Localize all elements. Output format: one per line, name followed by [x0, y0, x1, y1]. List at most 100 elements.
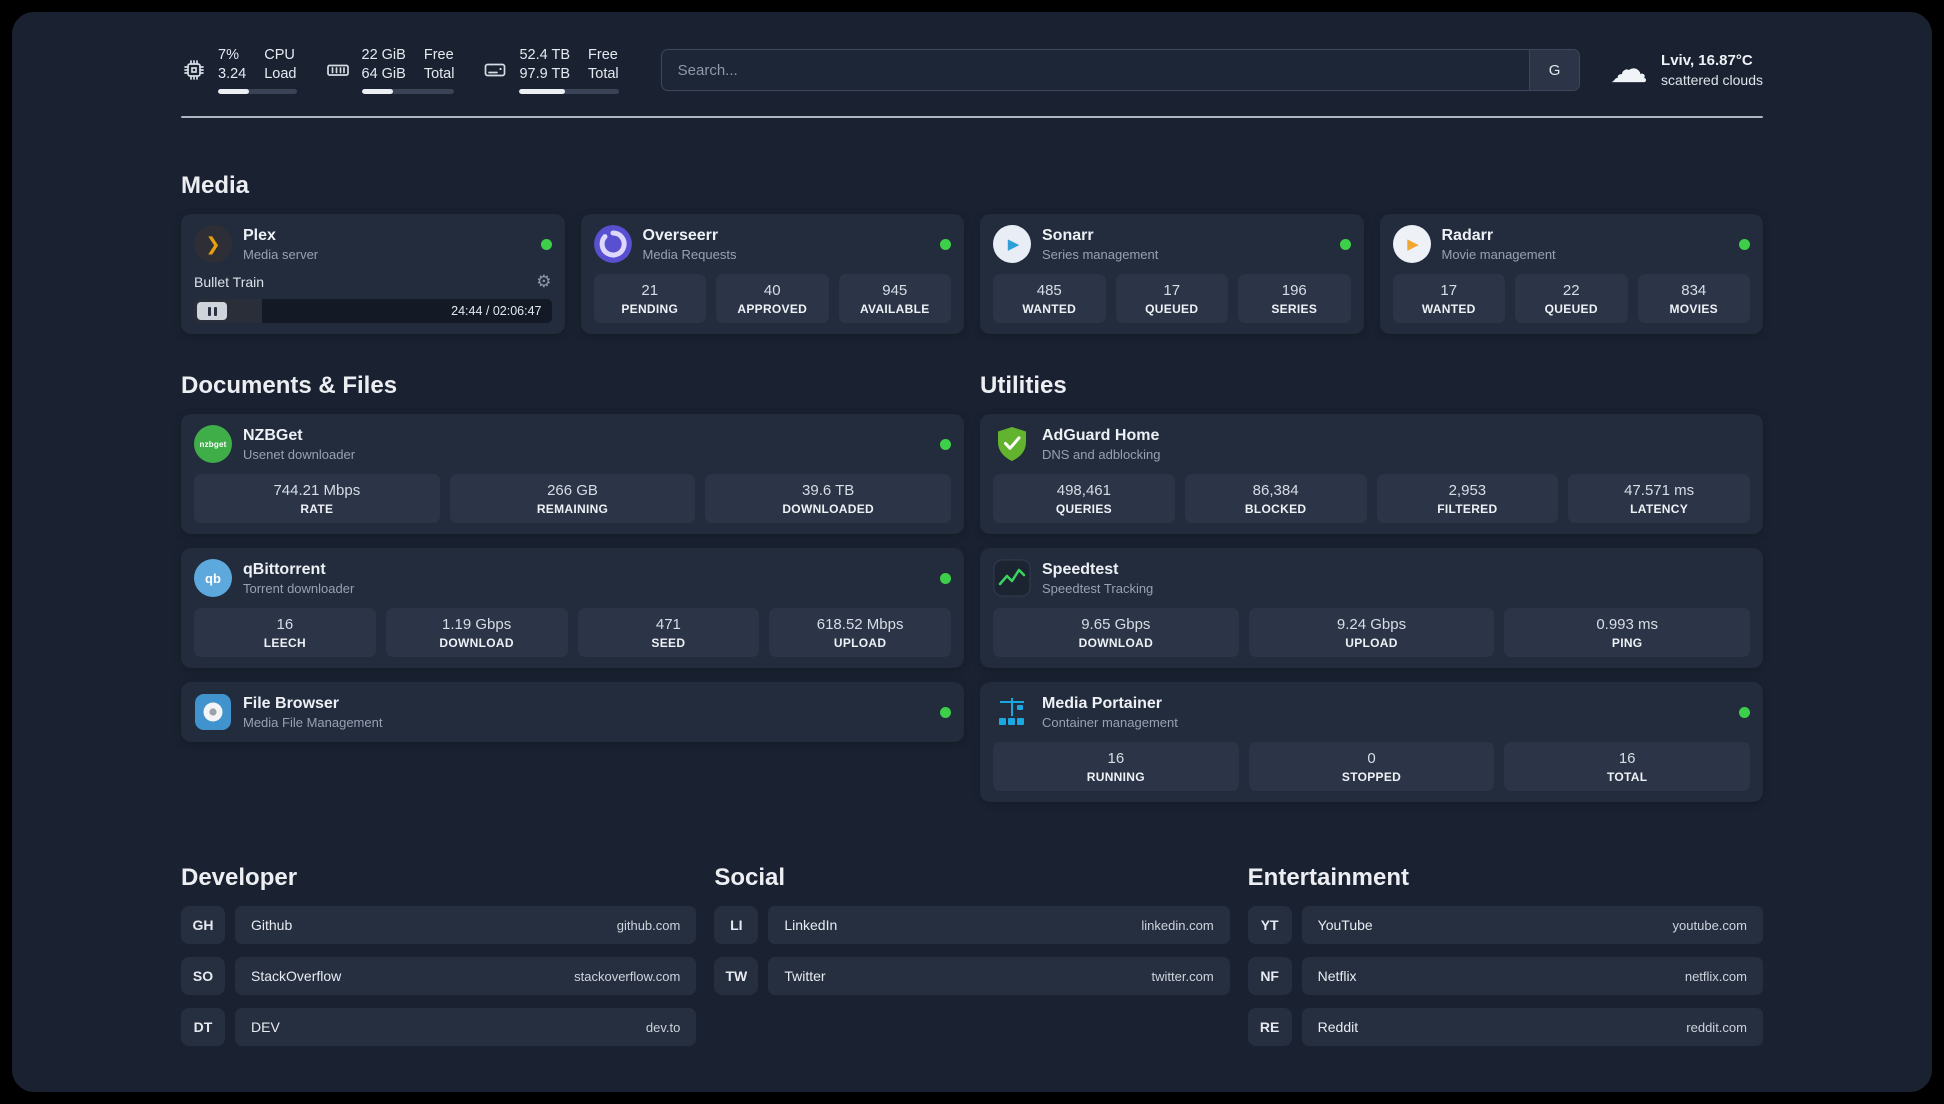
bookmark-name: Reddit	[1317, 1019, 1359, 1035]
stat-tile: 21 PENDING	[593, 274, 706, 323]
ram-progress-track	[361, 89, 455, 94]
top-bar: 7% 3.24 CPU Load 22 GiB 64 GiB Free Tota…	[181, 46, 1763, 94]
section-title-media: Media	[181, 172, 250, 199]
service-subtitle: Speedtest Tracking	[1042, 581, 1154, 596]
disk-total-value: 97.9 TB	[519, 66, 571, 82]
ram-progress-fill	[361, 89, 394, 94]
gear-icon[interactable]: ⚙	[536, 272, 551, 292]
stat-tile: 945 AVAILABLE	[838, 274, 951, 323]
cpu-label: CPU	[264, 47, 295, 63]
service-subtitle: Torrent downloader	[243, 581, 355, 596]
card-qbittorrent[interactable]: qb qBittorrent Torrent downloader 16 LEEC…	[181, 548, 964, 668]
service-subtitle: Container management	[1042, 715, 1178, 730]
bookmark-linkedin[interactable]: LI LinkedIn linkedin.com	[714, 906, 1230, 944]
bookmark-group-entertainment: Entertainment YT YouTube youtube.com NF …	[1247, 864, 1763, 1046]
stat-tile: 471 SEED	[577, 608, 760, 657]
bookmark-group-developer: Developer GH Github github.com SO StackO…	[181, 864, 697, 1046]
stat-tile: 22 QUEUED	[1515, 274, 1628, 323]
service-subtitle: Media Requests	[642, 247, 737, 262]
status-dot	[940, 438, 951, 450]
bookmark-url: github.com	[616, 917, 681, 933]
stat-tile: 16 TOTAL	[1504, 742, 1751, 791]
bookmark-abbr: SO	[181, 957, 225, 995]
pause-button[interactable]	[197, 302, 227, 320]
stat-tile: 618.52 Mbps UPLOAD	[769, 608, 951, 657]
portainer-icon	[993, 693, 1031, 731]
bookmark-name: Netflix	[1317, 968, 1357, 984]
adguard-shield-icon	[993, 425, 1031, 463]
card-filebrowser[interactable]: File Browser Media File Management	[181, 682, 964, 742]
section-title-documents: Documents & Files	[181, 372, 398, 399]
bookmark-github[interactable]: GH Github github.com	[181, 906, 697, 944]
stat-tile: 9.65 Gbps DOWNLOAD	[993, 608, 1239, 657]
disk-widget: 52.4 TB 97.9 TB Free Total	[482, 46, 619, 94]
status-dot	[940, 238, 951, 250]
card-nzbget[interactable]: nzbget NZBGet Usenet downloader 744.21 M…	[181, 414, 964, 534]
dashboard: 7% 3.24 CPU Load 22 GiB 64 GiB Free Tota…	[12, 12, 1932, 1092]
status-dot	[940, 706, 951, 718]
service-name: Plex	[243, 227, 276, 244]
stat-tile: 17 QUEUED	[1115, 274, 1228, 323]
playback-time: 24:44 / 02:06:47	[451, 304, 542, 318]
bookmark-stackoverflow[interactable]: SO StackOverflow stackoverflow.com	[181, 957, 697, 995]
bookmark-twitter[interactable]: TW Twitter twitter.com	[714, 957, 1230, 995]
cpu-load-value: 3.24	[218, 66, 247, 82]
service-subtitle: Usenet downloader	[243, 447, 356, 462]
disk-free-label: Free	[588, 47, 618, 63]
cpu-load-label: Load	[264, 66, 297, 82]
stat-tile: 0 STOPPED	[1248, 742, 1495, 791]
header-divider	[181, 116, 1763, 118]
ram-total-value: 64 GiB	[361, 66, 406, 82]
ram-free-label: Free	[423, 47, 454, 63]
disk-icon	[482, 57, 508, 83]
search-engine-button[interactable]: G	[1529, 50, 1580, 90]
status-dot	[1739, 706, 1750, 718]
bookmark-dev[interactable]: DT DEV dev.to	[181, 1008, 697, 1046]
playback-progress-bar[interactable]: 24:44 / 02:06:47	[194, 299, 552, 323]
card-radarr[interactable]: ▶ Radarr Movie management 17 WANTED 22 QUE…	[1379, 214, 1763, 334]
ram-total-label: Total	[423, 66, 455, 82]
card-sonarr[interactable]: ▶ Sonarr Series management 485 WANTED 17 Q…	[980, 214, 1364, 334]
stat-tile: 17 WANTED	[1392, 274, 1505, 323]
bookmark-name: StackOverflow	[251, 968, 342, 984]
section-title-social: Social	[714, 864, 786, 891]
now-playing-title: Bullet Train	[194, 274, 265, 290]
disk-total-label: Total	[588, 66, 619, 82]
service-name: AdGuard Home	[1042, 427, 1160, 444]
plex-icon: ❯	[194, 225, 232, 263]
stat-tile: 9.24 Gbps UPLOAD	[1248, 608, 1495, 657]
bookmark-reddit[interactable]: RE Reddit reddit.com	[1247, 1008, 1763, 1046]
weather-condition: scattered clouds	[1661, 72, 1763, 88]
stat-tile: 485 WANTED	[993, 274, 1106, 323]
bookmark-youtube[interactable]: YT YouTube youtube.com	[1247, 906, 1763, 944]
card-plex[interactable]: ❯ Plex Media server Bullet Train ⚙ 24:44…	[181, 214, 565, 334]
section-title-entertainment: Entertainment	[1247, 864, 1410, 891]
service-name: Speedtest	[1042, 561, 1119, 578]
bookmark-netflix[interactable]: NF Netflix netflix.com	[1247, 957, 1763, 995]
bookmark-abbr: DT	[181, 1008, 225, 1046]
service-subtitle: DNS and adblocking	[1042, 447, 1161, 462]
service-subtitle: Media server	[243, 247, 319, 262]
cloud-icon: ☁	[1610, 49, 1649, 91]
sonarr-icon: ▶	[993, 225, 1031, 263]
card-overseerr[interactable]: Overseerr Media Requests 21 PENDING 40 APP…	[580, 214, 964, 334]
bookmark-abbr: RE	[1247, 1008, 1292, 1046]
stat-tile: 39.6 TB DOWNLOADED	[705, 474, 952, 523]
card-speedtest[interactable]: Speedtest Speedtest Tracking 9.65 Gbps DO…	[980, 548, 1763, 668]
qbittorrent-icon: qb	[194, 559, 232, 597]
bookmark-abbr: YT	[1247, 906, 1292, 944]
stat-tile: 16 RUNNING	[993, 742, 1239, 791]
card-adguard[interactable]: AdGuard Home DNS and adblocking 498,461 Q…	[980, 414, 1763, 534]
status-dot	[540, 238, 552, 250]
filebrowser-icon	[194, 693, 232, 731]
stat-tile: 0.993 ms PING	[1504, 608, 1751, 657]
card-portainer[interactable]: Media Portainer Container management 16 R…	[980, 682, 1763, 802]
bookmark-abbr: NF	[1247, 957, 1292, 995]
stat-tile: 40 APPROVED	[716, 274, 829, 323]
cpu-usage-value: 7%	[218, 47, 239, 63]
section-title-utilities: Utilities	[980, 372, 1067, 399]
ram-icon	[325, 57, 351, 83]
search-input[interactable]	[661, 61, 1530, 79]
stat-tile: 196 SERIES	[1238, 274, 1351, 323]
cpu-progress-track	[218, 89, 297, 94]
